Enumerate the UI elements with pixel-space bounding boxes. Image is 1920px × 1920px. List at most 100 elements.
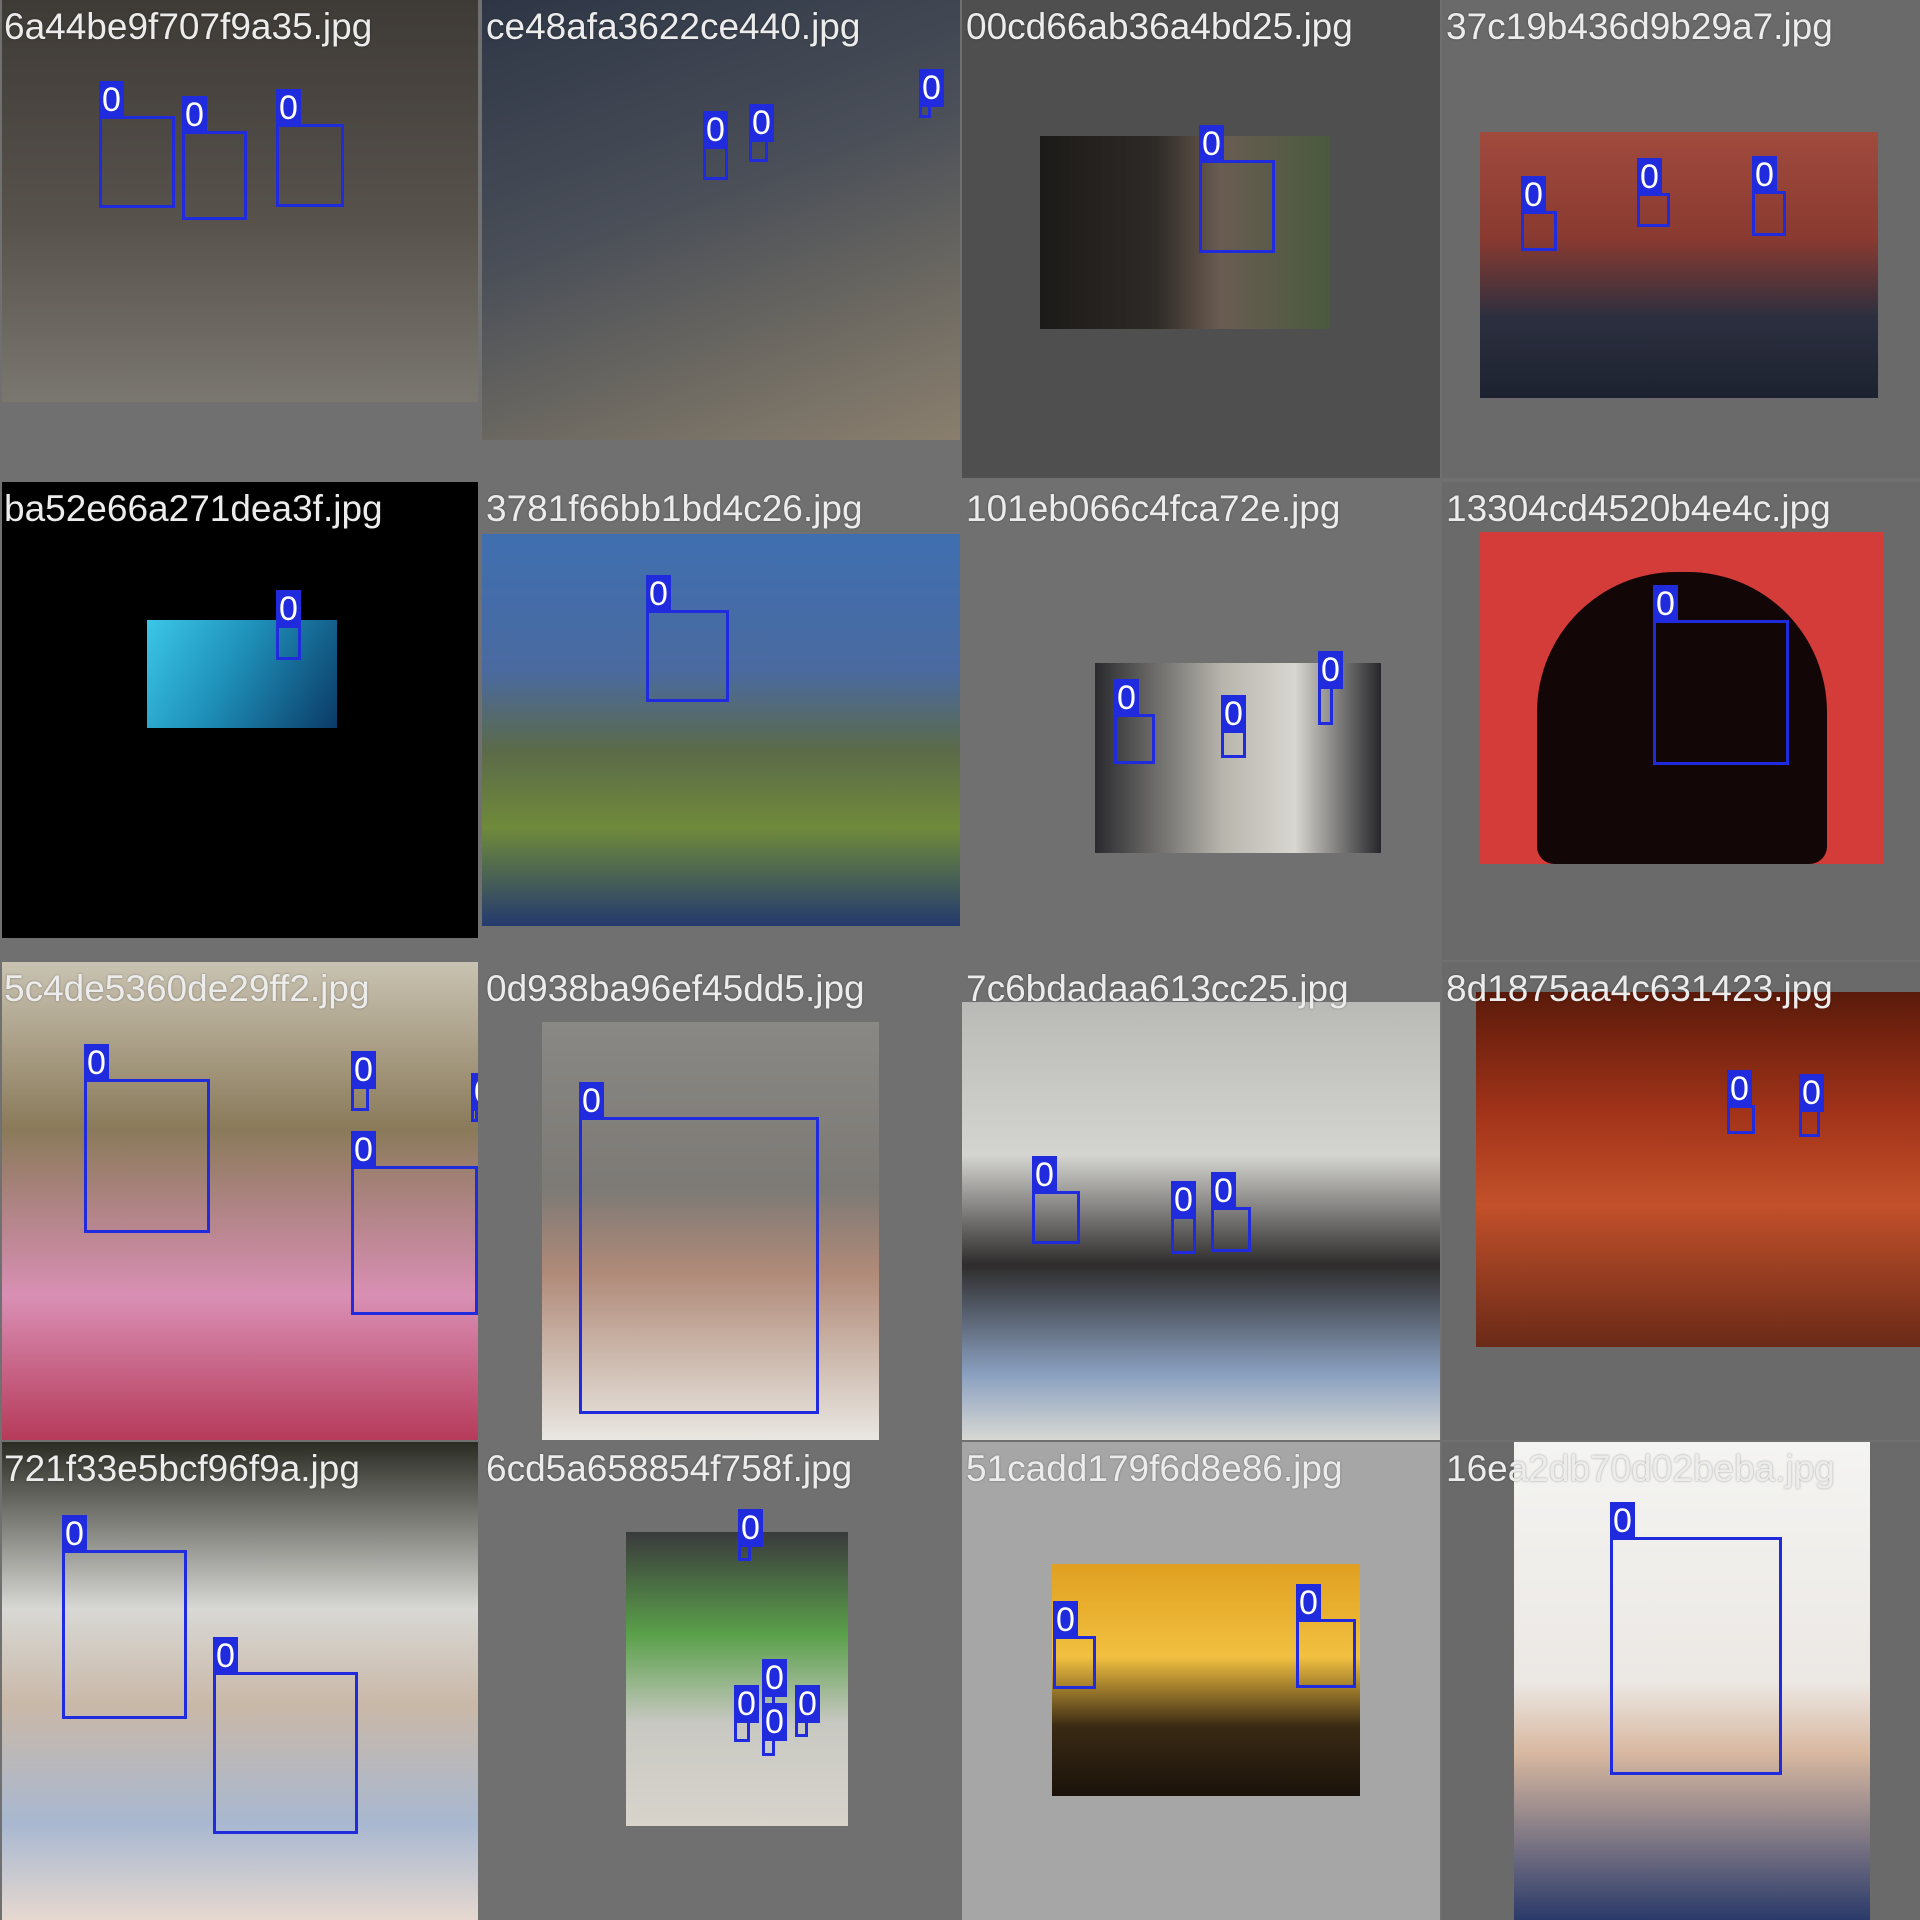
face-box: 0 <box>1727 1070 1755 1134</box>
tile-filename: 8d1875aa4c631423.jpg <box>1446 968 1833 1009</box>
tv-screen <box>147 620 337 728</box>
face-box: 0 <box>1114 679 1155 764</box>
class-label: 0 <box>1296 1584 1321 1622</box>
class-label: 0 <box>276 590 301 628</box>
mosaic-tile: 101eb066c4fca72e.jpg 0 0 0 <box>962 482 1440 960</box>
tile-filename: ba52e66a271dea3f.jpg <box>4 488 383 529</box>
face-box: 0 <box>62 1515 187 1719</box>
face-box: 0 <box>1637 158 1670 227</box>
face-box: 0 <box>182 96 247 220</box>
face-box: 0 <box>471 1073 478 1122</box>
mosaic-tile: 721f33e5bcf96f9a.jpg 0 0 <box>0 1442 478 1920</box>
mosaic-tile: 51cadd179f6d8e86.jpg 0 0 <box>962 1442 1440 1920</box>
photo <box>1476 992 1920 1347</box>
tile-filename: 6cd5a658854f758f.jpg <box>486 1448 853 1489</box>
class-label: 0 <box>62 1515 87 1553</box>
tile-filename: 37c19b436d9b29a7.jpg <box>1446 6 1833 47</box>
tile-filename: 6a44be9f707f9a35.jpg <box>4 6 373 47</box>
mosaic-tile: 37c19b436d9b29a7.jpg 0 0 0 <box>1442 0 1920 478</box>
face-box: 0 <box>1211 1172 1251 1252</box>
class-label: 0 <box>276 89 301 127</box>
mosaic-tile: 8d1875aa4c631423.jpg 0 0 <box>1442 962 1920 1440</box>
mosaic-tile: 16ea2db70d02beba.jpg 0 <box>1442 1442 1920 1920</box>
photo <box>626 1532 848 1826</box>
face-box: 0 <box>734 1685 759 1742</box>
class-label: 0 <box>734 1685 759 1723</box>
class-label: 0 <box>1653 585 1678 623</box>
face-box: 0 <box>1521 176 1557 251</box>
tile-filename: 3781f66bb1bd4c26.jpg <box>486 488 863 529</box>
face-box: 0 <box>1752 156 1786 236</box>
class-label: 0 <box>646 575 671 613</box>
class-label: 0 <box>1114 679 1139 717</box>
face-box: 0 <box>99 81 175 208</box>
class-label: 0 <box>1053 1601 1078 1639</box>
mosaic-tile: 13304cd4520b4e4c.jpg 0 <box>1442 482 1920 960</box>
class-label: 0 <box>351 1051 376 1089</box>
class-label: 0 <box>1211 1172 1236 1210</box>
face-box: 0 <box>1610 1502 1782 1775</box>
tile-filename: 101eb066c4fca72e.jpg <box>966 488 1341 529</box>
class-label: 0 <box>1727 1070 1752 1108</box>
tile-filename: 16ea2db70d02beba.jpg <box>1446 1448 1835 1489</box>
mosaic-tile: 3781f66bb1bd4c26.jpg 0 <box>482 482 960 960</box>
class-label: 0 <box>84 1044 109 1082</box>
tile-filename: 5c4de5360de29ff2.jpg <box>4 968 370 1009</box>
mosaic-tile: ba52e66a271dea3f.jpg 0 <box>0 482 478 960</box>
mosaic-tile: 6cd5a658854f758f.jpg 0 0 0 0 0 <box>482 1442 960 1920</box>
class-label: 0 <box>738 1509 763 1547</box>
mosaic-tile: 5c4de5360de29ff2.jpg 0 0 0 0 <box>0 962 478 1440</box>
photo <box>482 0 960 440</box>
face-box: 0 <box>1318 651 1343 725</box>
face-box: 0 <box>762 1703 787 1756</box>
face-box: 0 <box>1221 695 1246 758</box>
mosaic-tile: 7c6bdadaa613cc25.jpg 0 0 0 <box>962 962 1440 1440</box>
face-box: 0 <box>795 1685 820 1737</box>
class-label: 0 <box>1199 125 1224 163</box>
class-label: 0 <box>1032 1156 1057 1194</box>
class-label: 0 <box>795 1685 820 1723</box>
face-box: 0 <box>351 1131 478 1315</box>
face-box: 0 <box>919 69 944 118</box>
face-box: 0 <box>579 1082 819 1414</box>
face-box: 0 <box>646 575 729 702</box>
class-label: 0 <box>762 1703 787 1741</box>
face-box: 0 <box>1171 1181 1196 1254</box>
class-label: 0 <box>213 1637 238 1675</box>
mosaic-tile: ce48afa3622ce440.jpg 0 0 0 <box>482 0 960 478</box>
mosaic-tile: 00cd66ab36a4bd25.jpg 0 <box>962 0 1440 478</box>
tile-filename: 13304cd4520b4e4c.jpg <box>1446 488 1831 529</box>
face-box: 0 <box>1296 1584 1356 1688</box>
class-label: 0 <box>762 1659 787 1697</box>
class-label: 0 <box>471 1073 478 1111</box>
detection-mosaic: 6a44be9f707f9a35.jpg 0 0 0 ce48afa3622ce… <box>0 0 1920 1920</box>
class-label: 0 <box>579 1082 604 1120</box>
tile-filename: 721f33e5bcf96f9a.jpg <box>4 1448 360 1489</box>
class-label: 0 <box>1221 695 1246 733</box>
photo <box>482 534 960 926</box>
photo <box>1480 132 1878 398</box>
tile-filename: 0d938ba96ef45dd5.jpg <box>486 968 865 1009</box>
face-box: 0 <box>703 111 728 180</box>
face-box: 0 <box>276 590 301 660</box>
tile-filename: 7c6bdadaa613cc25.jpg <box>966 968 1349 1009</box>
face-box: 0 <box>1053 1601 1096 1689</box>
class-label: 0 <box>1171 1181 1196 1219</box>
class-label: 0 <box>703 111 728 149</box>
face-box: 0 <box>1653 585 1789 765</box>
face-box: 0 <box>351 1051 376 1111</box>
tile-filename: ce48afa3622ce440.jpg <box>486 6 861 47</box>
photo <box>1040 136 1330 329</box>
class-label: 0 <box>1521 176 1546 214</box>
face-box: 0 <box>1799 1074 1824 1137</box>
class-label: 0 <box>99 81 124 119</box>
tile-filename: 00cd66ab36a4bd25.jpg <box>966 6 1353 47</box>
face-box: 0 <box>213 1637 358 1834</box>
class-label: 0 <box>919 69 944 107</box>
face-box: 0 <box>1199 125 1275 253</box>
class-label: 0 <box>1318 651 1343 689</box>
face-box: 0 <box>1032 1156 1080 1244</box>
face-box: 0 <box>84 1044 210 1233</box>
mosaic-tile: 6a44be9f707f9a35.jpg 0 0 0 <box>0 0 478 478</box>
class-label: 0 <box>749 104 774 142</box>
